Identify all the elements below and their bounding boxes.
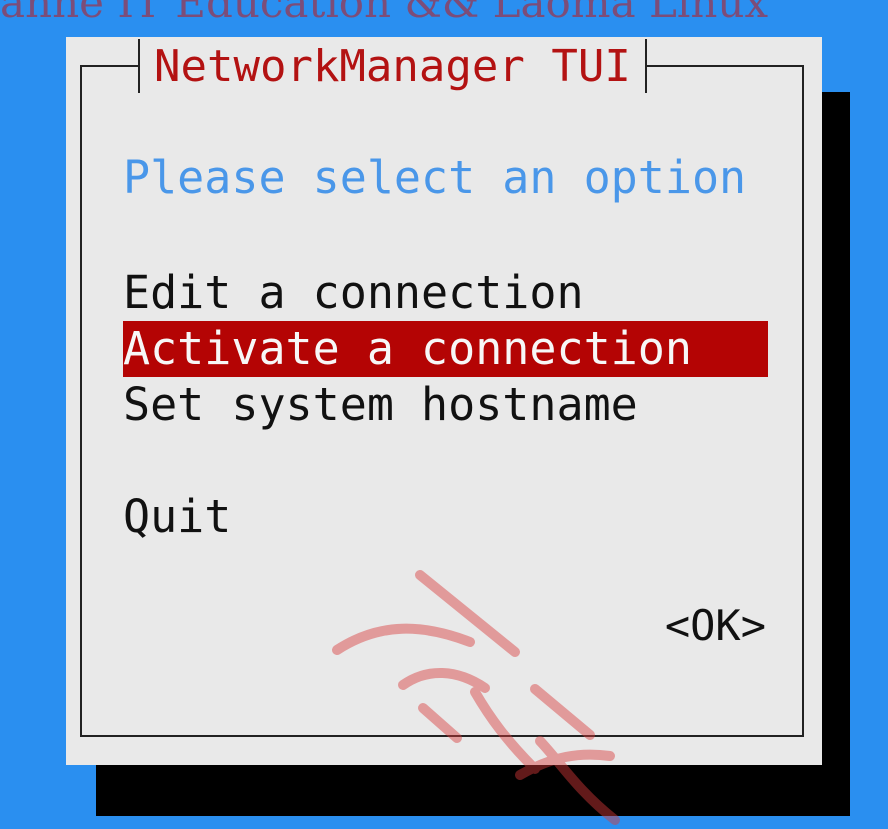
selection-prompt: Please select an option — [123, 151, 747, 204]
watermark-seal — [332, 570, 620, 825]
menu-spacer — [123, 433, 768, 489]
menu-item-activate-connection[interactable]: Activate a connection — [123, 321, 768, 377]
menu-item-set-hostname[interactable]: Set system hostname — [123, 377, 768, 433]
menu-item-edit-connection[interactable]: Edit a connection — [123, 265, 768, 321]
menu-item-quit[interactable]: Quit — [123, 489, 768, 545]
terminal-screen: anhe IT Education && Laoma Linux Network… — [0, 0, 888, 829]
watermark-text: anhe IT Education && Laoma Linux — [0, 0, 769, 27]
dialog-title: NetworkManager TUI — [154, 40, 631, 92]
dialog-title-box: NetworkManager TUI — [138, 39, 647, 93]
main-menu: Edit a connection Activate a connection … — [123, 265, 768, 545]
ok-button[interactable]: <OK> — [665, 601, 766, 650]
